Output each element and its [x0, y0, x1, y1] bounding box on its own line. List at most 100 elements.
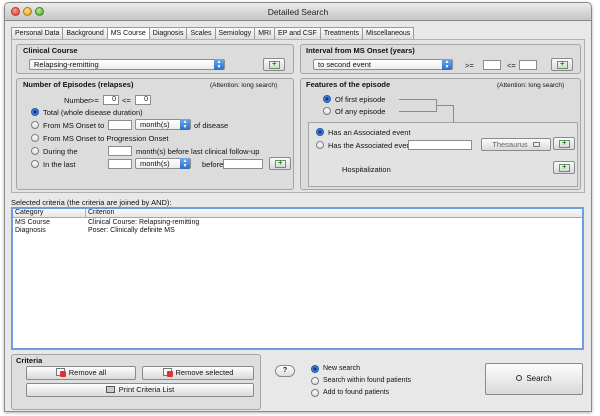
tab-mri[interactable]: MRI — [254, 27, 276, 39]
radio-add-to-found[interactable] — [311, 389, 319, 397]
during-value-input[interactable] — [108, 146, 132, 156]
radio-from-onset[interactable] — [31, 121, 39, 129]
tab-ep-and-csf[interactable]: EP and CSF — [274, 27, 321, 39]
clinical-course-select[interactable]: Relapsing-remitting ▲ ▼ — [29, 59, 225, 70]
interval-select[interactable]: to second event ▲ ▼ — [313, 59, 453, 70]
episodes-max-input[interactable]: 0 — [135, 95, 151, 105]
minimize-window-button[interactable] — [23, 7, 32, 16]
clinical-course-group: Clinical Course Relapsing-remitting ▲ ▼ — [16, 44, 294, 74]
interval-title: Interval from MS Onset (years) — [306, 46, 415, 55]
radio-associated-event[interactable] — [316, 128, 324, 136]
episodes-title: Number of Episodes (relapses) — [23, 80, 134, 89]
search-button[interactable]: Search — [485, 363, 583, 395]
tab-miscellaneous[interactable]: Miscellaneous — [361, 27, 415, 39]
features-attention: (Attention: long search) — [497, 82, 565, 89]
any-episode-label: Of any episode — [335, 107, 386, 116]
in-the-last-unit-select[interactable]: month(s) ▲ ▼ — [135, 158, 191, 169]
number-gte-label: >= — [90, 96, 99, 105]
interval-gte-label: >= — [465, 61, 474, 70]
table-row[interactable]: Diagnosis Poser: Clinically definite MS — [13, 227, 582, 235]
associated-event-box: Has an Associated event Has the Associat… — [308, 122, 578, 187]
bottom-area: Criteria Remove all Remove selected Prin… — [11, 354, 585, 410]
first-episode-label: Of first episode — [335, 95, 386, 104]
radio-any-episode[interactable] — [323, 107, 331, 115]
detailed-search-window: Detailed Search Personal Data Background… — [4, 2, 592, 412]
remove-icon — [162, 368, 173, 377]
episodes-min-input[interactable]: 0 — [103, 95, 119, 105]
window-title: Detailed Search — [267, 7, 329, 17]
chevron-updown-icon: ▲ ▼ — [214, 59, 224, 70]
option-during-the-label: During the — [43, 147, 78, 156]
radio-total[interactable] — [31, 108, 39, 116]
interval-lte-label: <= — [507, 61, 516, 70]
close-window-button[interactable] — [11, 7, 20, 16]
option-from-onset-label: From MS Onset to — [43, 121, 105, 130]
tab-personal-data[interactable]: Personal Data — [11, 27, 64, 39]
column-criterion[interactable]: Criterion — [86, 209, 114, 217]
tab-ms-course[interactable]: MS Course — [106, 27, 150, 39]
column-category[interactable]: Category — [13, 209, 43, 217]
print-criteria-button[interactable]: Print Criteria List — [26, 383, 254, 397]
option-to-progression-label: From MS Onset to Progression Onset — [43, 134, 169, 143]
tab-bar: Personal Data Background MS Course Diagn… — [11, 27, 415, 39]
radio-during-the[interactable] — [31, 147, 39, 155]
associated-event-input[interactable] — [408, 140, 472, 150]
tab-diagnosis[interactable]: Diagnosis — [148, 27, 188, 39]
chevron-updown-icon: ▲ ▼ — [442, 59, 452, 70]
radio-first-episode[interactable] — [323, 95, 331, 103]
tab-semiology[interactable]: Semiology — [214, 27, 256, 39]
in-the-last-unit-value: month(s) — [140, 159, 170, 168]
interval-max-input[interactable] — [519, 60, 537, 70]
tab-background[interactable]: Background — [62, 27, 108, 39]
search-icon — [516, 375, 523, 381]
add-episodes-button[interactable] — [269, 157, 291, 170]
row-category: Diagnosis — [15, 227, 46, 234]
help-button[interactable]: ? — [275, 365, 295, 377]
table-row[interactable]: MS Course Clinical Course: Relapsing-rem… — [13, 219, 582, 227]
new-search-label: New search — [323, 365, 360, 372]
during-suffix: month(s) before last clinical follow-up — [136, 147, 260, 156]
episode-connector — [437, 105, 453, 106]
episodes-attention: (Attention: long search) — [210, 82, 278, 89]
criteria-table-header: Category Criterion — [13, 209, 582, 218]
episode-connector-vertical — [453, 105, 454, 122]
radio-new-search[interactable] — [311, 365, 319, 373]
add-interval-button[interactable] — [551, 58, 573, 71]
add-clinical-course-button[interactable] — [263, 58, 285, 71]
from-onset-suffix: of disease — [194, 121, 229, 130]
add-associated-event-button[interactable] — [553, 137, 575, 150]
title-bar: Detailed Search — [5, 3, 591, 21]
radio-to-progression[interactable] — [31, 134, 39, 142]
radio-has-the-associated[interactable] — [316, 141, 324, 149]
chevron-updown-icon: ▲ ▼ — [180, 158, 190, 169]
radio-search-within[interactable] — [311, 377, 319, 385]
remove-all-label: Remove all — [68, 368, 107, 377]
in-the-last-value-input[interactable] — [108, 159, 132, 169]
before-date-input[interactable] — [223, 159, 263, 169]
radio-in-the-last[interactable] — [31, 160, 39, 168]
number-label: Number — [64, 96, 91, 105]
criteria-group: Criteria Remove all Remove selected Prin… — [11, 354, 261, 410]
before-label: before — [202, 160, 224, 169]
search-button-label: Search — [526, 374, 552, 383]
thesaurus-button[interactable]: Thesaurus — [481, 138, 551, 151]
interval-min-input[interactable] — [483, 60, 501, 70]
remove-selected-button[interactable]: Remove selected — [142, 366, 254, 380]
row-category: MS Course — [15, 219, 51, 226]
from-onset-unit-value: month(s) — [140, 120, 170, 129]
add-criterion-icon — [269, 59, 280, 69]
clinical-course-value: Relapsing-remitting — [34, 60, 99, 69]
tab-treatments[interactable]: Treatments — [319, 27, 363, 39]
features-group: Features of the episode (Attention: long… — [300, 78, 581, 190]
add-to-found-label: Add to found patients — [323, 389, 390, 396]
tab-scales[interactable]: Scales — [186, 27, 216, 39]
remove-all-button[interactable]: Remove all — [26, 366, 136, 380]
from-onset-unit-select[interactable]: month(s) ▲ ▼ — [135, 119, 191, 130]
zoom-window-button[interactable] — [35, 7, 44, 16]
chevron-updown-icon: ▲ ▼ — [180, 119, 190, 130]
add-hospitalization-button[interactable] — [553, 161, 575, 174]
interval-value: to second event — [318, 60, 371, 69]
from-onset-value-input[interactable] — [108, 120, 132, 130]
remove-icon — [55, 368, 66, 377]
criteria-table[interactable]: Category Criterion MS Course Clinical Co… — [11, 207, 584, 350]
